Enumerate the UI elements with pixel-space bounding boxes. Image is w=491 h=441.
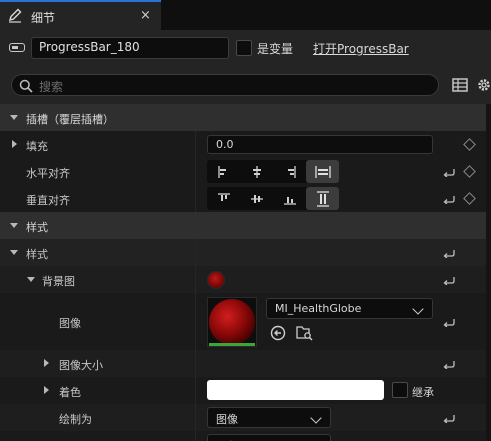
collapse-arrow-icon[interactable] <box>12 140 17 148</box>
expand-arrow-icon <box>10 115 18 120</box>
property-draw-as: 绘制为 图像 <box>0 404 491 431</box>
chevron-down-icon <box>310 412 322 424</box>
widget-name-input[interactable]: ProgressBar_180 <box>31 37 229 59</box>
pencil-icon <box>8 8 22 23</box>
collapse-arrow-icon[interactable] <box>44 359 49 367</box>
keyframe-diamond-icon[interactable] <box>463 192 476 205</box>
is-variable-checkbox[interactable] <box>236 40 252 56</box>
search-input[interactable]: 搜索 <box>11 74 439 96</box>
image-asset-value: MI_HealthGlobe <box>275 302 362 315</box>
reset-arrow-icon[interactable] <box>443 317 455 327</box>
align-bottom-icon <box>283 196 296 205</box>
expand-arrow-icon[interactable] <box>27 277 35 282</box>
property-fill: 填充 0.0 <box>0 131 491 158</box>
property-halign-label: 水平对齐 <box>26 167 70 180</box>
halign-left-button[interactable] <box>207 160 240 183</box>
tab-title: 细节 <box>31 11 56 25</box>
halign-fill-button[interactable] <box>306 160 339 183</box>
category-style-label: 样式 <box>26 221 48 234</box>
progress-bar-icon <box>9 43 25 52</box>
search-row: 搜索 <box>0 66 491 104</box>
widget-header: ProgressBar_180 是变量 打开ProgressBar <box>0 30 491 66</box>
reset-arrow-icon[interactable] <box>443 167 455 177</box>
halign-button-group <box>207 160 339 183</box>
property-halign: 水平对齐 <box>0 158 491 185</box>
close-icon[interactable]: × <box>140 8 151 23</box>
property-style-label: 样式 <box>26 248 48 261</box>
open-class-link[interactable]: 打开ProgressBar <box>313 40 409 57</box>
background-image-swatch[interactable] <box>207 271 225 289</box>
property-valign-label: 垂直对齐 <box>26 194 70 207</box>
keyframe-diamond-icon[interactable] <box>463 138 476 151</box>
align-left-icon <box>217 165 226 178</box>
reset-arrow-icon[interactable] <box>443 248 455 258</box>
draw-as-dropdown[interactable]: 图像 <box>207 407 331 428</box>
property-image: 图像 MI_HealthGlobe <box>0 293 491 350</box>
align-middle-icon <box>250 194 263 203</box>
draw-as-value: 图像 <box>216 413 238 426</box>
property-image-label: 图像 <box>59 317 81 330</box>
search-icon <box>19 79 33 93</box>
inherit-checkbox[interactable] <box>392 382 408 398</box>
use-selected-asset-icon[interactable] <box>270 325 286 341</box>
inherit-label: 继承 <box>412 386 434 399</box>
align-fill-vertical-icon <box>316 190 329 207</box>
reset-arrow-icon[interactable] <box>443 194 455 204</box>
align-center-icon <box>252 165 261 178</box>
halign-right-button[interactable] <box>273 160 306 183</box>
tab-bar: 细节 × <box>0 0 491 30</box>
valign-button-group <box>207 187 339 210</box>
valign-bottom-button[interactable] <box>273 187 306 210</box>
align-right-icon <box>287 165 296 178</box>
reset-arrow-icon[interactable] <box>443 275 455 285</box>
browse-asset-icon[interactable] <box>296 324 313 341</box>
property-image-size-label: 图像大小 <box>59 359 103 372</box>
chevron-down-icon <box>412 303 424 315</box>
valign-fill-button[interactable] <box>306 187 339 210</box>
property-background-image: 背景图 <box>0 266 491 293</box>
category-slot-label: 插槽（覆层插槽） <box>26 113 114 126</box>
details-tab[interactable]: 细节 × <box>0 0 161 30</box>
valign-top-button[interactable] <box>207 187 240 210</box>
property-tint-label: 着色 <box>59 386 81 399</box>
align-top-icon <box>217 192 230 201</box>
thumbnail-underline <box>209 343 255 346</box>
table-view-icon[interactable] <box>452 78 468 92</box>
search-placeholder: 搜索 <box>39 80 64 94</box>
property-fill-label: 填充 <box>26 140 48 153</box>
halign-center-button[interactable] <box>240 160 273 183</box>
property-partial: 圆角 <box>0 431 491 441</box>
health-globe-preview <box>209 299 255 345</box>
scrollbar-track[interactable] <box>486 104 491 441</box>
category-slot[interactable]: 插槽（覆层插槽） <box>0 104 491 131</box>
is-variable-label: 是变量 <box>257 42 294 56</box>
partial-dropdown[interactable]: 圆角 <box>207 434 331 441</box>
property-background-label: 背景图 <box>42 275 75 288</box>
property-style: 样式 <box>0 239 491 266</box>
collapse-arrow-icon[interactable] <box>44 386 49 394</box>
property-valign: 垂直对齐 <box>0 185 491 212</box>
expand-arrow-icon <box>10 223 18 228</box>
image-asset-dropdown[interactable]: MI_HealthGlobe <box>266 298 433 319</box>
property-tint: 着色 继承 <box>0 377 491 404</box>
image-thumbnail[interactable] <box>207 297 257 347</box>
reset-arrow-icon[interactable] <box>443 413 455 423</box>
category-style[interactable]: 样式 <box>0 212 491 239</box>
expand-arrow-icon[interactable] <box>10 250 18 255</box>
keyframe-diamond-icon[interactable] <box>463 165 476 178</box>
property-draw-as-label: 绘制为 <box>59 413 92 426</box>
property-image-size: 图像大小 <box>0 350 491 377</box>
tint-color-swatch[interactable] <box>207 380 384 400</box>
align-fill-horizontal-icon <box>314 165 331 178</box>
reset-arrow-icon[interactable] <box>443 359 455 369</box>
gear-icon[interactable] <box>476 77 491 93</box>
valign-center-button[interactable] <box>240 187 273 210</box>
fill-value-input[interactable]: 0.0 <box>207 135 433 154</box>
